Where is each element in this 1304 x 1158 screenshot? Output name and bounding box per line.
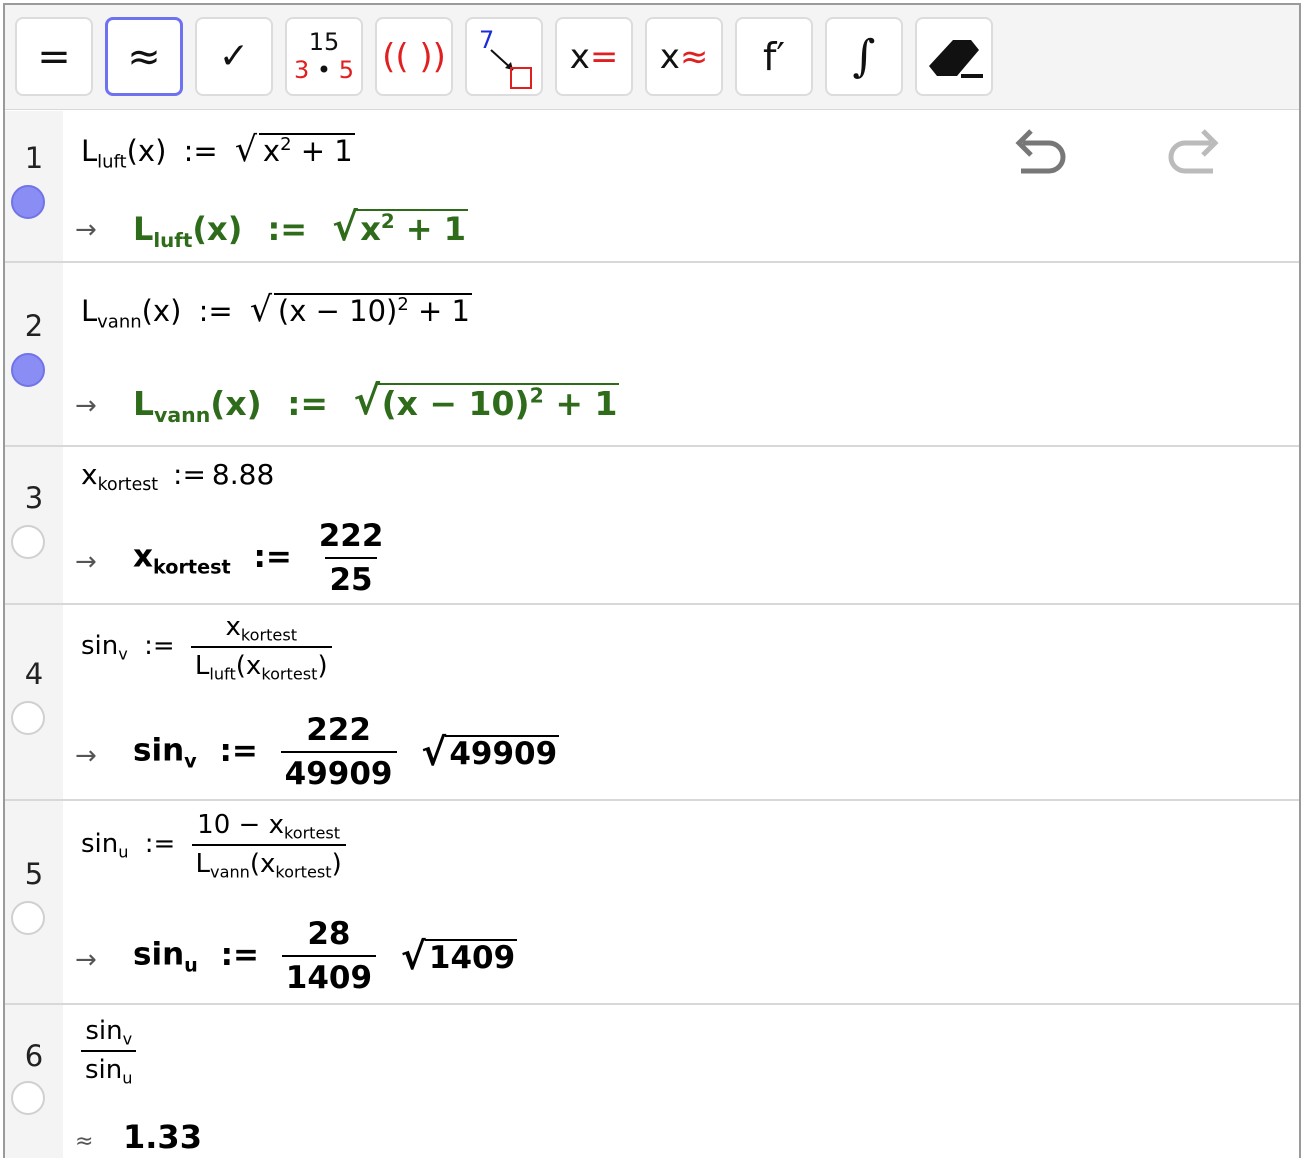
derivative-label: f′	[762, 34, 785, 79]
cas-view: = ≈ ✓ 15 3 • 5 (( )) 7 x = x ≈ f′ ∫ 1 Ll…	[3, 3, 1301, 1158]
solve-button[interactable]: x =	[555, 17, 633, 96]
integral-button[interactable]: ∫	[825, 17, 903, 96]
keep-input-button[interactable]: ✓	[195, 17, 273, 96]
row-number: 4	[24, 657, 44, 691]
cas-row-6[interactable]: 6 sinv sinu ≈ 1.33	[5, 1005, 1299, 1158]
solve-x-label: x	[569, 36, 590, 77]
row-gutter	[5, 447, 63, 603]
row-5-output: sinu := 28 1409 √ 1409	[133, 916, 518, 997]
numeric-button[interactable]: ≈	[105, 17, 183, 96]
integral-label: ∫	[852, 30, 876, 82]
row-4-input[interactable]: sinv := xkortest Lluft(xkortest)	[81, 613, 332, 682]
cas-row-3[interactable]: 3 xkortest := 8.88 → xkortest := 222 25	[5, 447, 1299, 605]
row-number: 3	[24, 481, 44, 515]
row-5-input[interactable]: sinu := 10 − xkortest Lvann(xkortest)	[81, 811, 346, 880]
visibility-toggle[interactable]	[11, 185, 45, 219]
factor-button[interactable]: 15 3 • 5	[285, 17, 363, 96]
expand-button[interactable]: (( ))	[375, 17, 453, 96]
eraser-icon	[929, 39, 983, 78]
output-arrow: →	[75, 547, 97, 577]
numeric-label: ≈	[127, 33, 161, 80]
nsolve-sym-label: ≈	[679, 36, 709, 77]
output-arrow: →	[75, 945, 97, 975]
approx-symbol: ≈	[75, 1129, 94, 1154]
row-number: 5	[24, 857, 44, 891]
evaluate-button[interactable]: =	[15, 17, 93, 96]
derivative-button[interactable]: f′	[735, 17, 813, 96]
row-1-output: Lluft(x) := √ x2 + 1	[133, 204, 468, 252]
cas-row-5[interactable]: 5 sinu := 10 − xkortest Lvann(xkortest) …	[5, 801, 1299, 1005]
row-6-input[interactable]: sinv sinu	[81, 1017, 137, 1086]
visibility-toggle[interactable]	[11, 701, 45, 735]
cas-row-1[interactable]: 1 Lluft(x) := √ x2 + 1 → Lluft(x) := √ x2 …	[5, 111, 1299, 263]
output-arrow: →	[75, 391, 97, 421]
row-1-input[interactable]: Lluft(x) := √ x2 + 1	[81, 133, 355, 171]
solve-sym-label: =	[589, 36, 619, 77]
cas-toolbar: = ≈ ✓ 15 3 • 5 (( )) 7 x = x ≈ f′ ∫	[5, 5, 1299, 110]
factor-dot: •	[316, 55, 332, 84]
output-arrow: →	[75, 215, 97, 245]
expand-label: (( ))	[382, 36, 446, 77]
visibility-toggle[interactable]	[11, 525, 45, 559]
cas-row-4[interactable]: 4 sinv := xkortest Lluft(xkortest) → sin…	[5, 605, 1299, 801]
row-number: 2	[24, 309, 44, 343]
row-3-input[interactable]: xkortest := 8.88	[81, 461, 274, 494]
substitute-icon: 7	[479, 26, 532, 89]
evaluate-label: =	[37, 33, 71, 80]
substitute-button[interactable]: 7	[465, 17, 543, 96]
visibility-toggle[interactable]	[11, 901, 45, 935]
row-4-output: sinv := 222 49909 √ 49909	[133, 712, 560, 793]
factor-right-label: 5	[338, 55, 354, 84]
redo-icon[interactable]	[1163, 121, 1225, 183]
factor-left-label: 3	[294, 55, 310, 84]
row-6-output: 1.33	[123, 1118, 202, 1156]
row-2-output: Lvann(x) := √ (x − 10)2 + 1	[133, 378, 620, 428]
row-3-output: xkortest := 222 25	[133, 518, 384, 599]
visibility-toggle[interactable]	[11, 1081, 45, 1115]
row-number: 1	[24, 141, 44, 175]
solve-numerically-button[interactable]: x ≈	[645, 17, 723, 96]
check-icon: ✓	[218, 36, 250, 77]
visibility-toggle[interactable]	[11, 353, 45, 387]
factor-top-label: 15	[308, 27, 340, 56]
row-2-input[interactable]: Lvann(x) := √ (x − 10)2 + 1	[81, 293, 472, 331]
undo-icon[interactable]	[1009, 121, 1071, 183]
row-number: 6	[24, 1039, 44, 1073]
delete-button[interactable]	[915, 17, 993, 96]
output-arrow: →	[75, 741, 97, 771]
nsolve-x-label: x	[659, 36, 680, 77]
cas-row-2[interactable]: 2 Lvann(x) := √ (x − 10)2 + 1 → Lvann(x) …	[5, 263, 1299, 447]
